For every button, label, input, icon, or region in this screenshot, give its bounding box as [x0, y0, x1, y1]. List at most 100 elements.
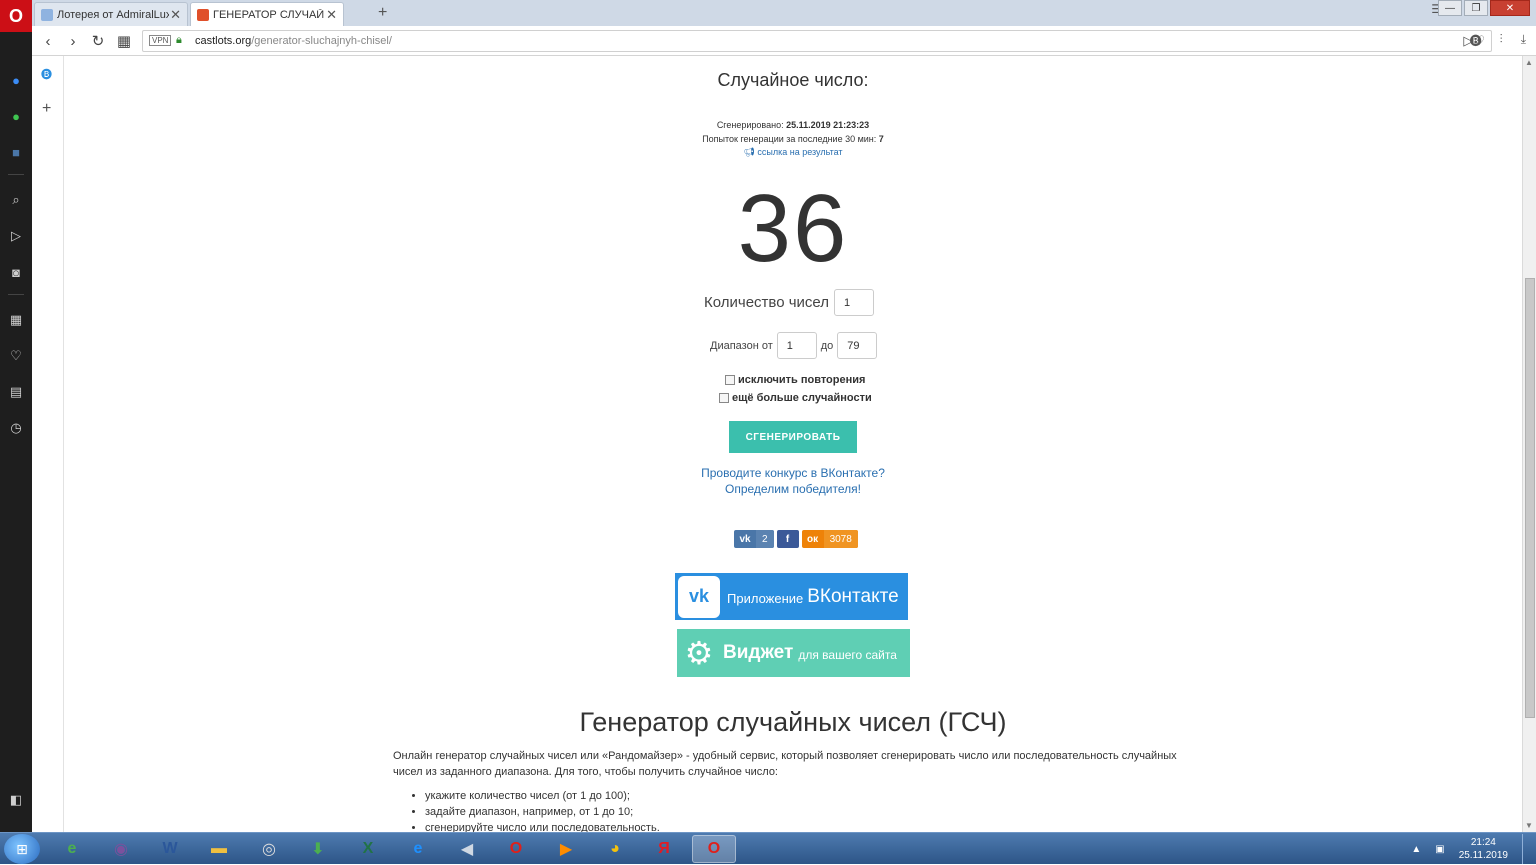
- filter-icon[interactable]: ⫶: [1500, 32, 1503, 49]
- range-to-input[interactable]: [837, 332, 878, 359]
- vk-icon[interactable]: ■: [6, 142, 26, 162]
- opera-menu-icon[interactable]: O: [0, 0, 32, 32]
- minimize-button[interactable]: —: [1438, 0, 1462, 16]
- taskbar-audio-icon[interactable]: ◀: [445, 835, 489, 863]
- window-controls: — ❐ ✕: [1438, 0, 1530, 16]
- windows-taskbar: ⊞ e ◉ W ▬ ◎ ⬇ X e ◀ O ▶ ◕ Я O ▲ ▣ 21:24 …: [0, 832, 1536, 864]
- result-number: 36: [737, 175, 849, 282]
- search-icon[interactable]: ⌕: [6, 190, 26, 210]
- result-link[interactable]: 📢︎ ссылка на результат: [64, 147, 1522, 158]
- address-toolbar: ‹ › ↻ ▦ VPN 🔒︎ castlots.org/generator-sl…: [32, 26, 1536, 56]
- start-button[interactable]: ⊞: [4, 834, 40, 864]
- ok-share-button[interactable]: ок 3078: [801, 530, 858, 548]
- tray-expand-icon[interactable]: ▲: [1411, 844, 1421, 855]
- address-bar[interactable]: VPN 🔒︎ castlots.org/generator-sluchajnyh…: [142, 30, 1492, 52]
- sidebar-toggle-icon[interactable]: ◧: [6, 790, 26, 810]
- lock-icon[interactable]: 🔒︎: [176, 34, 182, 47]
- extension-panel: 🅑 +: [32, 56, 64, 832]
- taskbar-webcam-icon[interactable]: ◎: [247, 835, 291, 863]
- url-text[interactable]: castlots.org/generator-sluchajnyh-chisel…: [195, 35, 392, 47]
- promo-contest-link[interactable]: Проводите конкурс в ВКонтакте?: [64, 466, 1522, 480]
- odnoklassniki-logo-icon: ок: [807, 533, 819, 545]
- messenger-icon[interactable]: ●: [6, 70, 26, 90]
- forward-arrow-icon[interactable]: ›: [63, 31, 83, 51]
- tab-favicon-icon: [41, 8, 53, 21]
- vk-app-banner[interactable]: vk Приложение ВКонтакте: [675, 573, 908, 620]
- exclude-repeats-checkbox[interactable]: [725, 375, 735, 385]
- attempts-count: Попыток генерации за последние 30 мин: 7: [702, 134, 884, 144]
- system-tray: ▲ ▣ 21:24 25.11.2019: [1411, 833, 1532, 865]
- count-input[interactable]: [834, 289, 875, 316]
- steps-list: укажите количество чисел (от 1 до 100); …: [413, 788, 660, 832]
- list-item: укажите количество чисел (от 1 до 100);: [425, 788, 660, 804]
- tab-close-icon[interactable]: ✕: [170, 7, 181, 23]
- sidebar-divider: [8, 174, 24, 175]
- generate-button[interactable]: СГЕНЕРИРОВАТЬ: [729, 421, 857, 453]
- toolbar-extensions: 🅑 ⫶ ⤓: [1470, 32, 1526, 49]
- grid-icon[interactable]: ▦: [6, 310, 26, 330]
- range-from-label: Диапазон от: [710, 339, 773, 352]
- generated-timestamp: Сгенерировано: 25.11.2019 21:23:23: [716, 120, 870, 130]
- megaphone-icon: 📢︎: [743, 147, 758, 157]
- page-scrollbar[interactable]: ▲ ▼: [1522, 56, 1536, 832]
- tab-bar: Лотерея от AdmiralLux (90 ✕ ГЕНЕРАТОР СЛ…: [0, 0, 1536, 26]
- taskbar-explorer-icon[interactable]: ▬: [197, 835, 241, 863]
- count-label: Количество чисел: [704, 294, 830, 311]
- tab-admirallux[interactable]: Лотерея от AdmiralLux (90 ✕: [34, 2, 188, 26]
- translate-extension-icon[interactable]: 🅑: [1470, 32, 1482, 49]
- taskbar-media-player-icon[interactable]: ▶: [544, 835, 588, 863]
- tab-generator[interactable]: ГЕНЕРАТОР СЛУЧАЙНЫХ ✕: [190, 2, 344, 26]
- back-arrow-icon[interactable]: ‹: [38, 31, 58, 51]
- taskbar-yandex-icon[interactable]: Я: [642, 835, 686, 863]
- exclude-repeats-option[interactable]: исключить повторения: [725, 374, 865, 386]
- widget-banner[interactable]: ⚙ Виджет для вашего сайта: [677, 629, 910, 677]
- taskbar-viber-icon[interactable]: ◉: [99, 835, 143, 863]
- camera-icon[interactable]: ◙: [6, 262, 26, 282]
- facebook-share-button[interactable]: f: [776, 530, 799, 548]
- scroll-thumb[interactable]: [1525, 278, 1535, 718]
- history-clock-icon[interactable]: ◷: [6, 418, 26, 438]
- show-desktop-button[interactable]: [1522, 834, 1532, 864]
- vpn-badge[interactable]: VPN: [149, 35, 172, 46]
- reload-icon[interactable]: ↻: [88, 31, 108, 51]
- more-random-option[interactable]: ещё больше случайности: [719, 392, 872, 404]
- vk-share-button[interactable]: vk 2: [734, 530, 774, 548]
- speed-dial-icon[interactable]: ▦: [114, 31, 134, 51]
- maximize-button[interactable]: ❐: [1464, 0, 1488, 16]
- count-row: Количество чисел: [704, 289, 875, 316]
- taskbar-ie-alt-icon[interactable]: e: [50, 835, 94, 863]
- range-to-label: до: [820, 339, 834, 352]
- vk-logo-icon: vk: [739, 533, 751, 545]
- taskbar-opera-icon[interactable]: O: [494, 835, 538, 863]
- more-random-checkbox[interactable]: [719, 393, 729, 403]
- tab-favicon-icon: [197, 8, 209, 21]
- promo-winner-link[interactable]: Определим победителя!: [64, 482, 1522, 496]
- close-window-button[interactable]: ✕: [1490, 0, 1530, 16]
- download-icon[interactable]: ⤓: [1521, 32, 1526, 49]
- taskbar-ie-icon[interactable]: e: [396, 835, 440, 863]
- sidebar-divider: [8, 294, 24, 295]
- random-number-heading: Случайное число:: [717, 70, 869, 90]
- scroll-up-arrow-icon[interactable]: ▲: [1525, 58, 1533, 67]
- news-icon[interactable]: ▤: [6, 382, 26, 402]
- clock[interactable]: 21:24 25.11.2019: [1459, 836, 1508, 862]
- tab-close-icon[interactable]: ✕: [326, 7, 337, 23]
- taskbar-excel-icon[interactable]: X: [346, 835, 390, 863]
- page-content: Случайное число: Сгенерировано: 25.11.20…: [64, 56, 1522, 832]
- whatsapp-icon[interactable]: ●: [6, 106, 26, 126]
- send-icon[interactable]: ▷: [6, 226, 26, 246]
- generator-heading: Генератор случайных чисел (ГСЧ): [579, 707, 1007, 737]
- taskbar-chrome-icon[interactable]: ◕: [593, 835, 637, 863]
- new-tab-plus-icon[interactable]: +: [378, 4, 387, 22]
- heart-icon[interactable]: ♡: [6, 346, 26, 366]
- range-row: Диапазон от до: [710, 332, 878, 359]
- taskbar-word-icon[interactable]: W: [148, 835, 192, 863]
- taskbar-opera-active-icon[interactable]: O: [692, 835, 736, 863]
- list-item: сгенерируйте число или последовательност…: [425, 820, 660, 832]
- add-panel-plus-icon[interactable]: +: [42, 100, 51, 118]
- scroll-down-arrow-icon[interactable]: ▼: [1525, 821, 1533, 830]
- taskbar-download-icon[interactable]: ⬇: [296, 835, 340, 863]
- network-icon[interactable]: ▣: [1435, 844, 1444, 855]
- translate-panel-icon[interactable]: 🅑: [41, 66, 52, 82]
- range-from-input[interactable]: [776, 332, 817, 359]
